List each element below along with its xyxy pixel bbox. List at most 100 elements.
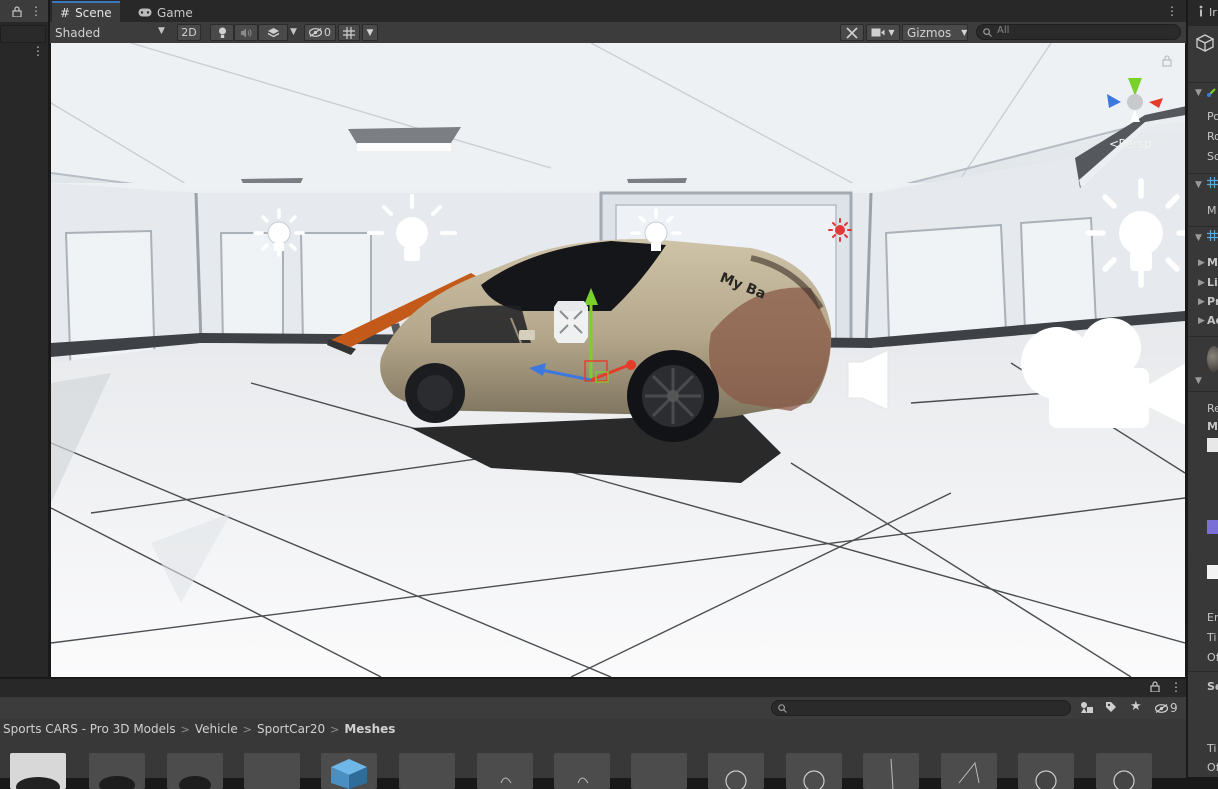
breadcrumb-item[interactable]: Vehicle xyxy=(195,722,238,736)
chevron-right-icon[interactable]: ▶ xyxy=(1198,278,1205,288)
dropdown-arrow-icon: ▼ xyxy=(961,28,968,37)
breadcrumb: Sports CARS - Pro 3D Models > Vehicle > … xyxy=(0,719,1186,739)
chevron-down-icon[interactable]: ▼ xyxy=(1195,233,1202,243)
scale-label: Sc xyxy=(1207,150,1218,163)
asset-thumbnail[interactable] xyxy=(321,753,377,789)
asset-thumbnail[interactable] xyxy=(10,753,66,789)
hidden-packages-toggle[interactable]: 9 xyxy=(1155,701,1178,715)
effects-dropdown[interactable] xyxy=(258,24,288,41)
kebab-menu-icon[interactable]: ⋮ xyxy=(32,44,44,58)
asset-thumbnail[interactable] xyxy=(863,753,919,789)
audio-toggle-button[interactable] xyxy=(234,24,258,41)
mesh-filter-icon xyxy=(1207,177,1218,191)
lighting-label: Li xyxy=(1207,276,1218,289)
chevron-right-icon: > xyxy=(330,722,340,736)
gizmos-dropdown[interactable]: Gizmos ▼ xyxy=(902,24,968,41)
lock-icon[interactable] xyxy=(1150,681,1160,695)
texture-thumbnail[interactable] xyxy=(1207,438,1218,452)
position-label: Po xyxy=(1207,110,1218,123)
search-placeholder: All xyxy=(997,25,1010,36)
breadcrumb-item-current[interactable]: Meshes xyxy=(344,722,395,736)
project-toolbar: ★ 9 xyxy=(0,697,1186,719)
mesh-renderer-icon xyxy=(1207,230,1218,244)
asset-thumbnail[interactable] xyxy=(89,753,145,789)
lighting-toggle-button[interactable] xyxy=(210,24,234,41)
shading-mode-dropdown[interactable]: Shaded ▼ xyxy=(50,23,172,42)
label-tag-icon[interactable] xyxy=(1105,701,1117,716)
point-light-gizmo[interactable] xyxy=(253,208,305,257)
chevron-down-icon[interactable]: ▼ xyxy=(1195,88,1202,98)
search-icon xyxy=(983,28,992,37)
asset-thumbnail[interactable] xyxy=(786,753,842,789)
grid-toggle-button[interactable] xyxy=(338,24,360,41)
gizmos-label: Gizmos xyxy=(907,25,952,40)
hierarchy-panel: ⋮ ⋮ xyxy=(0,0,49,677)
hidden-packages-count: 9 xyxy=(1170,701,1178,715)
offset-label: Of xyxy=(1207,761,1218,774)
tab-game[interactable]: Game xyxy=(130,3,201,22)
chevron-down-icon[interactable]: ▼ xyxy=(1195,180,1202,190)
chevron-right-icon[interactable]: ▶ xyxy=(1198,258,1205,268)
wrench-cross-icon xyxy=(846,26,858,39)
chevron-right-icon[interactable]: ▶ xyxy=(1198,316,1205,326)
2d-toggle-button[interactable]: 2D xyxy=(177,24,201,41)
asset-thumbnail[interactable] xyxy=(399,753,455,789)
project-search-input[interactable] xyxy=(771,700,1071,716)
lock-icon[interactable] xyxy=(10,3,24,19)
lightbulb-icon xyxy=(218,27,226,38)
hash-icon: # xyxy=(60,5,71,20)
color-swatch[interactable] xyxy=(1207,520,1218,534)
asset-thumbnail[interactable] xyxy=(477,753,533,789)
chevron-down-icon[interactable]: ▼ xyxy=(1195,376,1202,386)
filter-by-type-icon[interactable] xyxy=(1080,701,1095,717)
shading-mode-value: Shaded xyxy=(55,26,101,40)
scene-search-input[interactable]: All xyxy=(976,24,1181,40)
dropdown-arrow-icon: ▼ xyxy=(158,26,165,36)
scene-tab-bar: # Scene Game ⋮ xyxy=(50,0,1186,22)
reflection-probe-icon[interactable] xyxy=(554,301,588,343)
info-icon[interactable] xyxy=(1196,5,1206,20)
asset-thumbnail[interactable] xyxy=(631,753,687,789)
scene-render: My Ba Persp < xyxy=(51,43,1185,677)
view-mode-label[interactable]: Persp xyxy=(1119,137,1152,151)
divider xyxy=(1188,82,1218,83)
asset-thumbnail[interactable] xyxy=(554,753,610,789)
tab-game-label: Game xyxy=(157,5,193,20)
hidden-objects-toggle[interactable]: 0 xyxy=(304,24,336,41)
asset-thumbnail[interactable] xyxy=(1018,753,1074,789)
scene-toolbar: Shaded ▼ 2D ▼ 0 ▼ ▼ Gizmos ▼ All xyxy=(50,22,1186,44)
tiling-label: Ti xyxy=(1207,742,1217,755)
asset-thumbnail[interactable] xyxy=(244,753,300,789)
grid-options-dropdown[interactable]: ▼ xyxy=(362,24,378,41)
asset-thumbnail[interactable] xyxy=(941,753,997,789)
tab-scene[interactable]: # Scene xyxy=(52,1,120,22)
inspector-tab-label[interactable]: Ir xyxy=(1209,6,1217,19)
asset-thumbnail[interactable] xyxy=(708,753,764,789)
eye-slash-icon xyxy=(1155,703,1168,713)
camera-settings-dropdown[interactable]: ▼ xyxy=(866,24,900,41)
divider xyxy=(1188,226,1218,227)
kebab-menu-icon[interactable]: ⋮ xyxy=(1166,3,1178,19)
hierarchy-search-input[interactable] xyxy=(0,25,46,43)
tools-button[interactable] xyxy=(840,24,864,41)
tab-scene-label: Scene xyxy=(75,5,112,20)
eye-slash-icon xyxy=(309,28,322,37)
texture-thumbnail[interactable] xyxy=(1207,565,1218,579)
scene-viewport[interactable]: My Ba Persp < xyxy=(51,43,1185,677)
red-light-gizmo[interactable] xyxy=(828,218,852,242)
kebab-menu-icon[interactable]: ⋮ xyxy=(30,3,42,19)
divider xyxy=(1188,336,1218,337)
inspector-panel: Ir ▼ Po Ro Sc ▼ M ▼ ▶ M ▶ Li ▶ Pr ▶ Ad ▼… xyxy=(1187,0,1218,777)
grid-icon xyxy=(343,26,355,39)
breadcrumb-item[interactable]: Sports CARS - Pro 3D Models xyxy=(3,722,176,736)
kebab-menu-icon[interactable]: ⋮ xyxy=(1170,680,1182,694)
asset-thumbnail[interactable] xyxy=(1096,753,1152,789)
chevron-right-icon[interactable]: ▶ xyxy=(1198,297,1205,307)
chevron-left-icon: < xyxy=(1109,137,1119,151)
breadcrumb-item[interactable]: SportCar20 xyxy=(257,722,325,736)
hierarchy-tab-bar: ⋮ xyxy=(0,0,48,22)
dropdown-arrow-icon[interactable]: ▼ xyxy=(290,27,297,37)
asset-thumbnail[interactable] xyxy=(167,753,223,789)
favorite-star-icon[interactable]: ★ xyxy=(1130,699,1142,714)
emission-label: En xyxy=(1207,611,1218,624)
